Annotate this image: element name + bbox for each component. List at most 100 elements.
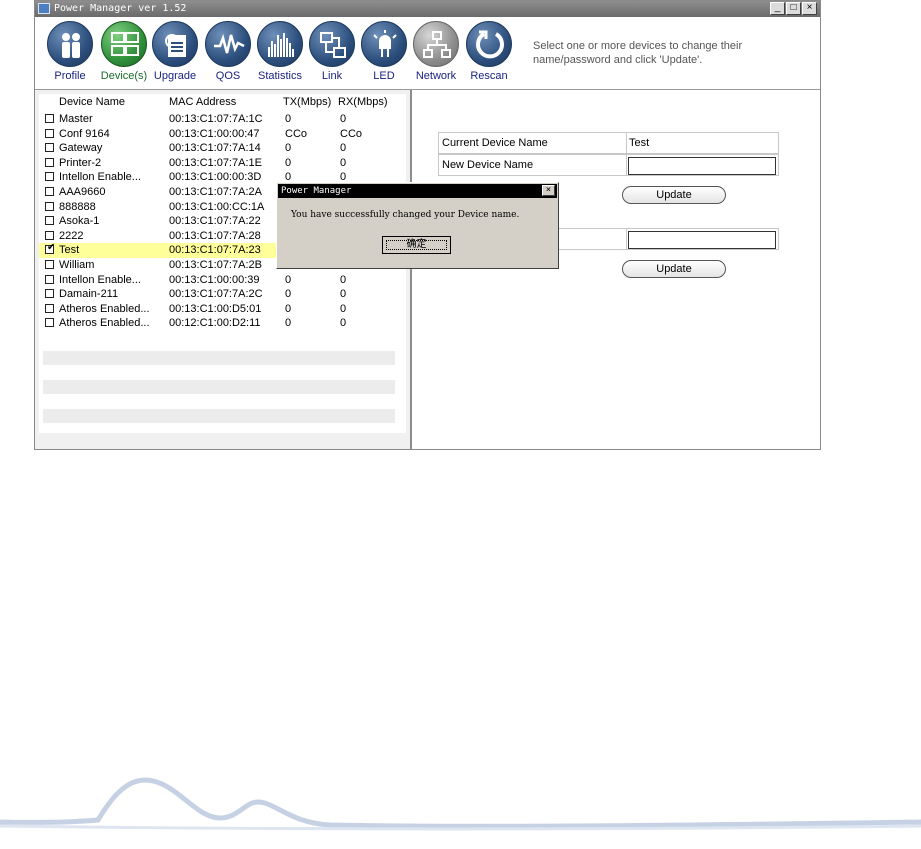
- rx-cell: 0: [340, 302, 347, 315]
- device-checkbox[interactable]: [45, 143, 54, 153]
- device-list-header: Device Name MAC Address TX(Mbps) RX(Mbps…: [39, 96, 406, 110]
- device-checkbox[interactable]: [45, 274, 54, 284]
- table-row[interactable]: Master 00:13:C1:07:7A:1C 0 0: [39, 112, 406, 127]
- content-area: Device Name MAC Address TX(Mbps) RX(Mbps…: [35, 89, 820, 449]
- device-name-cell: Asoka-1: [59, 215, 100, 228]
- table-row[interactable]: Atheros Enabled... 00:12:C1:00:D2:11 0 0: [39, 316, 406, 331]
- led-icon: [361, 21, 407, 67]
- device-checkbox[interactable]: [45, 303, 54, 313]
- device-name-cell: Damain-211: [59, 288, 119, 301]
- table-row[interactable]: Damain-211 00:13:C1:07:7A:2C 0 0: [39, 287, 406, 302]
- success-dialog: Power Manager × You have successfully ch…: [276, 182, 559, 269]
- close-button[interactable]: ×: [802, 2, 817, 15]
- profile-icon: [47, 21, 93, 67]
- toolbar-label-upgrade: Upgrade: [153, 70, 197, 82]
- device-checkbox[interactable]: [45, 172, 54, 182]
- device-checkbox[interactable]: [45, 201, 54, 211]
- column-rx[interactable]: RX(Mbps): [338, 96, 388, 108]
- toolbar-rescan[interactable]: Rescan: [462, 21, 516, 82]
- table-row[interactable]: Intellon Enable... 00:13:C1:00:00:39 0 0: [39, 273, 406, 288]
- device-name-cell: William: [59, 259, 95, 271]
- toolbar-qos[interactable]: QOS: [201, 21, 255, 82]
- toolbar-network[interactable]: Network: [409, 21, 463, 82]
- dialog-title: Power Manager: [281, 186, 352, 196]
- mac-address-cell: 00:13:C1:00:CC:1A: [169, 200, 265, 213]
- table-row[interactable]: Gateway 00:13:C1:07:7A:14 0 0: [39, 141, 406, 156]
- device-list-pane: Device Name MAC Address TX(Mbps) RX(Mbps…: [35, 90, 412, 449]
- update-name-button[interactable]: Update: [622, 186, 726, 204]
- column-mac-address[interactable]: MAC Address: [169, 96, 236, 108]
- dialog-message: You have successfully changed your Devic…: [291, 210, 520, 220]
- tx-cell: 0: [285, 142, 292, 155]
- device-checkbox[interactable]: [45, 318, 54, 328]
- current-device-row: Current Device Name Test: [438, 132, 779, 154]
- title-bar[interactable]: Power Manager ver 1.52 _ □ ×: [35, 1, 820, 17]
- device-checkbox[interactable]: [45, 260, 54, 269]
- device-name-cell: Atheros Enabled...: [59, 317, 150, 330]
- table-row[interactable]: Printer-2 00:13:C1:07:7A:1E 0 0: [39, 156, 406, 171]
- column-tx[interactable]: TX(Mbps): [283, 96, 331, 108]
- toolbar-devices[interactable]: Device(s): [97, 21, 151, 82]
- rx-cell: 0: [340, 317, 347, 330]
- device-name-cell: Test: [59, 244, 80, 257]
- device-checkbox[interactable]: ✔: [45, 242, 56, 255]
- mac-address-cell: 00:13:C1:07:7A:1E: [169, 156, 262, 169]
- toolbar-link[interactable]: Link: [305, 21, 359, 82]
- empty-row: [43, 380, 395, 394]
- device-checkbox[interactable]: [45, 230, 54, 240]
- device-checkbox[interactable]: [45, 216, 54, 226]
- dialog-title-bar[interactable]: Power Manager ×: [278, 184, 557, 198]
- mac-address-cell: 00:13:C1:07:7A:1C: [169, 113, 263, 125]
- mac-address-cell: 00:13:C1:07:7A:23: [169, 244, 261, 257]
- dialog-close-button[interactable]: ×: [542, 185, 555, 196]
- current-device-label: Current Device Name: [442, 137, 548, 149]
- device-name-cell: Intellon Enable...: [59, 171, 141, 184]
- device-name-cell: 2222: [59, 229, 84, 242]
- mac-address-cell: 00:12:C1:00:D2:11: [169, 317, 261, 330]
- column-device-name[interactable]: Device Name: [59, 96, 125, 108]
- rx-cell: 0: [340, 288, 347, 301]
- device-checkbox[interactable]: [45, 128, 54, 138]
- toolbar-label-network: Network: [415, 70, 457, 82]
- device-name-cell: Atheros Enabled...: [59, 302, 150, 315]
- mac-address-cell: 00:13:C1:07:7A:22: [169, 215, 261, 228]
- mac-address-cell: 00:13:C1:07:7A:14: [169, 142, 261, 155]
- toolbar-label-led: LED: [373, 70, 395, 82]
- update-password-button[interactable]: Update: [622, 260, 726, 278]
- app-icon: [38, 3, 50, 14]
- maximize-button[interactable]: □: [786, 2, 801, 15]
- qos-icon: [205, 21, 251, 67]
- table-row[interactable]: Conf 9164 00:13:C1:00:00:47 CCo CCo: [39, 127, 406, 142]
- empty-row: [43, 409, 395, 423]
- current-device-value: Test: [629, 137, 650, 149]
- statistics-icon: [257, 21, 303, 67]
- minimize-button[interactable]: _: [770, 2, 785, 15]
- dialog-ok-button[interactable]: 确定: [382, 236, 451, 254]
- rx-cell: 0: [340, 142, 347, 155]
- new-device-name-input[interactable]: [628, 157, 776, 175]
- rx-cell: 0: [340, 113, 347, 125]
- rx-cell: CCo: [340, 127, 363, 140]
- toolbar-statistics[interactable]: Statistics: [253, 21, 307, 82]
- toolbar-label-devices: Device(s): [100, 70, 148, 82]
- password-input[interactable]: [628, 231, 776, 249]
- devices-icon: [101, 21, 147, 67]
- toolbar-profile[interactable]: Profile: [43, 21, 97, 82]
- toolbar-upgrade[interactable]: Upgrade: [148, 21, 202, 82]
- mac-address-cell: 00:13:C1:00:00:3D: [169, 171, 262, 184]
- toolbar-label-profile: Profile: [54, 70, 86, 82]
- toolbar-label-rescan: Rescan: [470, 70, 508, 82]
- device-checkbox[interactable]: [45, 157, 54, 167]
- device-name-cell: 888888: [59, 200, 96, 213]
- device-checkbox[interactable]: [45, 187, 54, 196]
- device-checkbox[interactable]: [45, 289, 54, 299]
- mac-address-cell: 00:13:C1:00:00:39: [169, 273, 260, 286]
- device-name-cell: Conf 9164: [59, 127, 110, 140]
- mac-address-cell: 00:13:C1:07:7A:2B: [169, 259, 262, 271]
- tx-cell: 0: [285, 288, 292, 301]
- toolbar-led[interactable]: LED: [357, 21, 411, 82]
- checkmark-icon: ✔: [47, 242, 56, 254]
- device-checkbox[interactable]: [45, 114, 54, 123]
- device-name-cell: Gateway: [59, 142, 103, 155]
- table-row[interactable]: Atheros Enabled... 00:13:C1:00:D5:01 0 0: [39, 302, 406, 317]
